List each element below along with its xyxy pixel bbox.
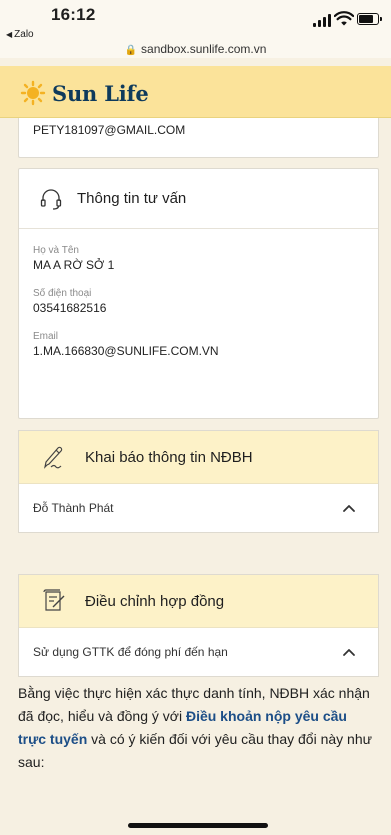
wifi-icon <box>334 11 354 26</box>
battery-icon <box>357 13 382 25</box>
consultant-card-title: Thông tin tư vấn <box>77 190 187 207</box>
address-bar[interactable]: 🔒 sandbox.sunlife.com.vn <box>0 42 391 56</box>
pen-icon <box>44 446 63 469</box>
consultant-card: Thông tin tư vấn Họ và Tên MA A RỜ SỞ 1 … <box>18 168 379 419</box>
lock-icon: 🔒 <box>124 45 138 56</box>
main-content[interactable]: PETY181097@GMAIL.COM Thông tin tư vấn Họ… <box>0 118 391 835</box>
signal-icon <box>313 13 331 27</box>
document-edit-icon <box>43 589 65 611</box>
field-value: 1.MA.166830@SUNLIFE.COM.VN <box>33 344 219 358</box>
field-value: MA A RỜ SỞ 1 <box>33 258 115 272</box>
insured-person-row[interactable]: Đỗ Thành Phát <box>19 484 378 532</box>
field-value: 03541682516 <box>33 301 107 315</box>
status-bar: 16:12 ◀ Zalo 🔒 sandbox.sunlife.com.vn <box>0 0 391 58</box>
contract-adjustment-section: Điều chỉnh hợp đồng Sử dụng GTTK để đóng… <box>18 574 379 677</box>
owner-info-card: PETY181097@GMAIL.COM <box>18 118 379 158</box>
app-header: Sun Life <box>0 66 391 118</box>
sunlife-logo[interactable]: Sun Life <box>20 80 149 106</box>
insured-declaration-section: Khai báo thông tin NĐBH Đỗ Thành Phát <box>18 430 379 533</box>
home-indicator[interactable] <box>128 823 268 828</box>
insured-section-header: Khai báo thông tin NĐBH <box>19 431 378 484</box>
consent-text: Bằng việc thực hiện xác thực danh tính, … <box>18 682 378 774</box>
insured-person-name: Đỗ Thành Phát <box>33 501 114 515</box>
owner-email-value: PETY181097@GMAIL.COM <box>33 123 186 137</box>
insured-section-title: Khai báo thông tin NĐBH <box>85 448 253 466</box>
sun-logo-icon <box>20 80 46 106</box>
back-app-label: Zalo <box>14 29 34 40</box>
consultant-phone-field: Số điện thoại 03541682516 <box>19 288 378 315</box>
field-label: Họ và Tên <box>33 245 79 256</box>
chevron-up-icon[interactable] <box>342 645 356 659</box>
back-to-app-link[interactable]: ◀ Zalo <box>6 29 34 40</box>
field-label: Email <box>33 331 59 342</box>
chevron-up-icon[interactable] <box>342 501 356 515</box>
contract-option-label: Sử dụng GTTK để đóng phí đến hạn <box>33 645 228 659</box>
contract-section-header: Điều chỉnh hợp đồng <box>19 575 378 628</box>
consultant-card-header: Thông tin tư vấn <box>19 169 378 229</box>
consultant-email-field: Email 1.MA.166830@SUNLIFE.COM.VN <box>19 331 378 358</box>
url-text: sandbox.sunlife.com.vn <box>141 42 267 56</box>
headset-icon <box>40 188 62 210</box>
contract-option-row[interactable]: Sử dụng GTTK để đóng phí đến hạn <box>19 628 378 676</box>
field-label: Số điện thoại <box>33 288 92 299</box>
clock: 16:12 <box>51 5 96 24</box>
consultant-name-field: Họ và Tên MA A RỜ SỞ 1 <box>19 245 378 272</box>
logo-text: Sun Life <box>52 80 149 106</box>
back-triangle-icon: ◀ <box>6 30 13 39</box>
contract-section-title: Điều chỉnh hợp đồng <box>85 592 225 610</box>
